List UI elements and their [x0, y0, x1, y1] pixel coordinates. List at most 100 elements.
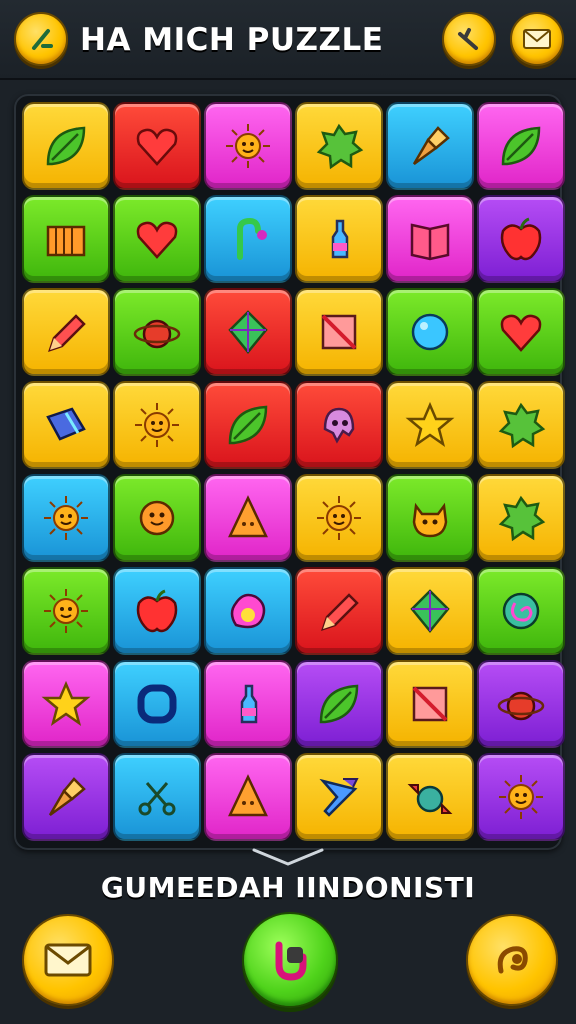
tile-r6-c5[interactable] [386, 567, 474, 655]
ring-icon [137, 684, 177, 724]
magnet-icon [275, 941, 307, 981]
tile-r2-c4[interactable] [295, 195, 383, 283]
tile-r8-c5[interactable] [386, 753, 474, 841]
tile-r5-c5[interactable] [386, 474, 474, 562]
tile-r4-c4[interactable] [295, 381, 383, 469]
tile-r7-c3[interactable] [204, 660, 292, 748]
tile-r5-c3[interactable] [204, 474, 292, 562]
tile-r4-c2[interactable] [113, 381, 201, 469]
tile-r2-c2[interactable] [113, 195, 201, 283]
swirl-button[interactable] [466, 914, 558, 1006]
tile-r8-c1[interactable] [22, 753, 110, 841]
tile-r7-c2[interactable] [113, 660, 201, 748]
tile-r5-c4[interactable] [295, 474, 383, 562]
tile-r6-c2[interactable] [113, 567, 201, 655]
tile-grid [22, 102, 565, 841]
gem-icon [410, 589, 450, 633]
orb-icon [133, 319, 181, 349]
tile-r1-c3[interactable] [204, 102, 292, 190]
wand-button-right[interactable] [442, 12, 496, 66]
tile-r7-c4[interactable] [295, 660, 383, 748]
tile-r5-c2[interactable] [113, 474, 201, 562]
wand-button-left[interactable] [14, 12, 68, 66]
apple-icon [500, 217, 542, 261]
tile-r8-c4[interactable] [295, 753, 383, 841]
footer-label: GUMEEDAH IINDONISTI [100, 871, 476, 904]
splat-icon [498, 495, 546, 542]
tile-r6-c3[interactable] [204, 567, 292, 655]
tile-r6-c4[interactable] [295, 567, 383, 655]
sun-icon [226, 124, 270, 168]
tile-r7-c6[interactable] [477, 660, 565, 748]
bottle-icon [331, 219, 349, 259]
tile-r5-c1[interactable] [22, 474, 110, 562]
tile-r3-c3[interactable] [204, 288, 292, 376]
star-icon [41, 680, 91, 726]
sun-icon [135, 403, 179, 447]
tile-r3-c1[interactable] [22, 288, 110, 376]
pencil-icon [321, 593, 359, 631]
tile-r1-c4[interactable] [295, 102, 383, 190]
leaf-icon [46, 126, 86, 166]
splat-icon [316, 123, 364, 170]
tile-r4-c5[interactable] [386, 381, 474, 469]
triangle-icon [228, 774, 268, 817]
tile-r6-c1[interactable] [22, 567, 110, 655]
heart-icon [136, 221, 178, 259]
tile-r7-c1[interactable] [22, 660, 110, 748]
wand-icon [32, 29, 53, 50]
tile-r3-c5[interactable] [386, 288, 474, 376]
magnet-button[interactable] [242, 912, 338, 1008]
tile-r1-c1[interactable] [22, 102, 110, 190]
sun-icon [499, 775, 543, 819]
tile-r2-c6[interactable] [477, 195, 565, 283]
tile-r3-c2[interactable] [113, 288, 201, 376]
leaf-icon [319, 684, 359, 724]
triangle-icon [228, 495, 268, 538]
tile-r4-c3[interactable] [204, 381, 292, 469]
tile-r8-c2[interactable] [113, 753, 201, 841]
eraser-icon [46, 407, 86, 441]
tile-r7-c5[interactable] [386, 660, 474, 748]
tile-r8-c3[interactable] [204, 753, 292, 841]
tile-r3-c4[interactable] [295, 288, 383, 376]
envelope-icon [44, 943, 92, 977]
envelope-icon [523, 29, 551, 49]
cone-icon [412, 126, 450, 166]
mail-button-top[interactable] [510, 12, 564, 66]
leaf-icon [228, 405, 268, 445]
face-icon [139, 500, 175, 536]
bottle-icon [240, 684, 258, 724]
orb-icon [497, 691, 545, 721]
tile-r5-c6[interactable] [477, 474, 565, 562]
star-icon [405, 401, 455, 447]
tile-r8-c6[interactable] [477, 753, 565, 841]
tile-r6-c6[interactable] [477, 567, 565, 655]
chevron-down-icon[interactable] [250, 846, 326, 868]
game-title: HA MICH PUZZLE [80, 22, 384, 58]
box-icon [46, 225, 86, 257]
tile-r2-c5[interactable] [386, 195, 474, 283]
tile-r1-c2[interactable] [113, 102, 201, 190]
book-icon [410, 223, 450, 261]
wand-icon [458, 28, 478, 50]
tile-r4-c6[interactable] [477, 381, 565, 469]
apple-icon [136, 589, 178, 633]
swirl-icon [497, 946, 528, 974]
scissors-icon [138, 782, 176, 816]
heart-icon [500, 314, 542, 352]
tile-r1-c5[interactable] [386, 102, 474, 190]
candy-icon [407, 784, 453, 814]
sun-icon [317, 496, 361, 540]
tile-r1-c6[interactable] [477, 102, 565, 190]
top-bar: HA MICH PUZZLE [0, 0, 576, 80]
square-icon [412, 686, 448, 722]
cone-icon [48, 777, 86, 817]
tile-r2-c3[interactable] [204, 195, 292, 283]
tile-r3-c6[interactable] [477, 288, 565, 376]
splat-icon [498, 402, 546, 449]
mail-button-bottom[interactable] [22, 914, 114, 1006]
leaf-icon [501, 126, 541, 166]
tile-r4-c1[interactable] [22, 381, 110, 469]
tile-r2-c1[interactable] [22, 195, 110, 283]
